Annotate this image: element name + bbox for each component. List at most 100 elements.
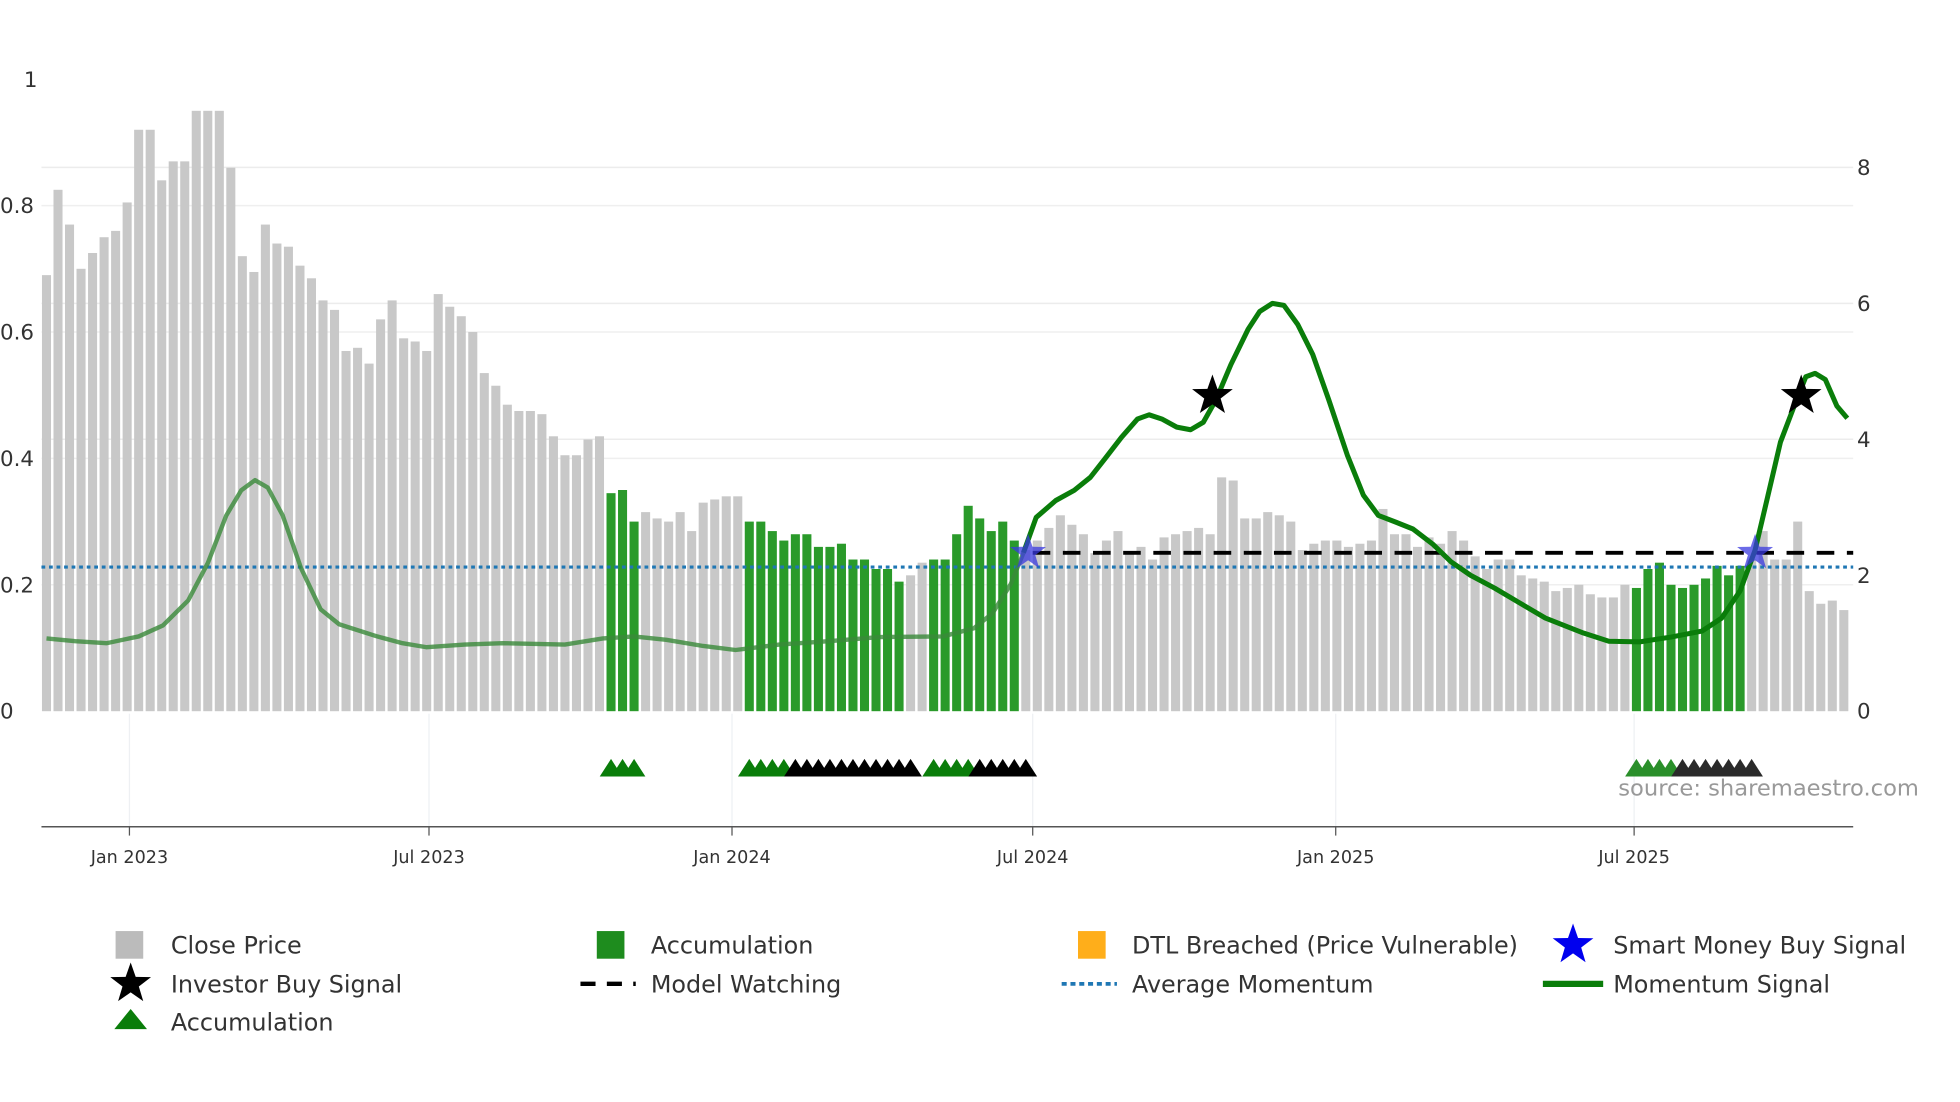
legend-label: Close Price <box>171 932 302 960</box>
accumulation-bar <box>744 521 754 712</box>
right-y-tick-label: 8 <box>1857 156 1871 181</box>
close-price-bar <box>583 439 593 712</box>
left-y-tick-label: 0.4 <box>0 447 34 472</box>
momentum-signal-line <box>1021 300 1850 645</box>
legend-label: Model Watching <box>651 971 841 999</box>
close-price-bar <box>1436 543 1446 712</box>
accumulation-bar <box>825 546 835 712</box>
legend-label: Average Momentum <box>1132 971 1374 999</box>
close-price-bar <box>1585 594 1595 712</box>
legend-label: Accumulation <box>171 1008 334 1036</box>
legend-label: Investor Buy Signal <box>171 971 402 999</box>
close-price-bar <box>571 455 581 712</box>
close-price-bar <box>249 271 259 712</box>
close-price-bar <box>99 237 109 712</box>
accumulation-bar <box>606 493 616 712</box>
accumulation-bar <box>986 531 996 712</box>
close-price-bar <box>652 518 662 712</box>
legend-square-icon <box>596 931 625 959</box>
close-price-bar <box>456 316 466 712</box>
close-price-bar <box>1539 581 1549 712</box>
left-y-tick-label: 0.2 <box>0 573 34 598</box>
x-tick-label: Jul 2024 <box>996 848 1069 868</box>
legend-square-icon <box>115 931 144 959</box>
close-price-bar <box>53 189 63 712</box>
close-price-bar <box>1528 578 1538 712</box>
close-price-bar <box>1378 508 1388 712</box>
accumulation-bar <box>952 534 962 712</box>
close-price-bar <box>1263 512 1273 712</box>
accumulation-bar <box>883 568 893 712</box>
accumulation-bar <box>859 559 870 712</box>
close-price-bar <box>733 496 743 712</box>
close-price-bar <box>687 531 697 712</box>
close-price-bar <box>237 256 247 712</box>
close-price-bar <box>145 129 155 712</box>
close-price-bar <box>514 411 524 712</box>
close-price-bar <box>1516 575 1526 712</box>
legend-triangle-icon <box>114 1008 147 1030</box>
close-price-bar <box>341 350 351 712</box>
close-price-bar <box>122 202 132 712</box>
close-price-bar <box>318 300 328 712</box>
accumulation-bar <box>894 581 904 712</box>
close-price-bar <box>168 161 178 712</box>
legend-label: DTL Breached (Price Vulnerable) <box>1132 932 1518 960</box>
close-price-bar <box>1355 543 1365 712</box>
close-price-bar <box>1574 584 1584 712</box>
accumulation-bar <box>1666 584 1676 712</box>
close-price-bar <box>1217 477 1227 712</box>
close-price-bar <box>1171 534 1181 712</box>
investor-buy-star-icon <box>1780 374 1822 414</box>
close-price-bar <box>1113 531 1123 712</box>
close-price-bar <box>1044 527 1054 712</box>
close-price-bar <box>641 512 651 712</box>
accumulation-bar <box>618 490 628 712</box>
close-price-bar <box>399 338 409 712</box>
close-price-bar <box>1389 534 1400 712</box>
source-label: source: sharemaestro.com <box>1618 775 1919 801</box>
close-price-bar <box>272 243 282 712</box>
close-price-bar <box>260 224 270 712</box>
close-price-bar <box>1228 480 1238 712</box>
left-y-tick-label: 0 <box>0 700 14 725</box>
close-price-bar <box>445 306 455 712</box>
close-price-bar <box>698 502 708 712</box>
left-y-tick-label: 1 <box>24 68 38 93</box>
accumulation-bar <box>1712 565 1722 712</box>
close-price-bar <box>664 521 674 712</box>
close-price-bar <box>1551 591 1561 712</box>
legend-star-icon <box>110 962 152 1002</box>
close-price-bar <box>1770 559 1780 712</box>
close-price-bar <box>1309 543 1319 712</box>
close-price-bar <box>1286 521 1296 712</box>
close-price-bar <box>710 499 720 712</box>
close-price-bar <box>214 110 224 712</box>
accumulation-bar <box>836 543 846 712</box>
close-price-bar <box>1055 515 1065 712</box>
legend-label: Accumulation <box>651 932 814 960</box>
close-price-bar <box>721 496 731 712</box>
close-price-bar <box>1194 527 1204 712</box>
close-price-bar <box>1804 591 1814 712</box>
close-price-bar <box>76 268 86 712</box>
left-y-tick-label: 0.8 <box>0 194 34 219</box>
close-price-bar <box>1205 534 1215 712</box>
accumulation-bar <box>1701 578 1711 712</box>
x-tick-label: Jul 2023 <box>392 848 465 868</box>
accumulation-bar <box>629 521 639 712</box>
close-price-bar <box>491 385 501 712</box>
close-price-bar <box>180 161 190 712</box>
close-price-bar <box>1274 515 1284 712</box>
right-y-tick-label: 6 <box>1857 292 1871 317</box>
close-price-bar <box>295 265 305 712</box>
close-price-bar <box>1251 518 1261 712</box>
close-price-bar <box>1747 559 1757 712</box>
close-price-bar <box>1505 559 1515 712</box>
accumulation-bar <box>998 521 1008 712</box>
accumulation-bar <box>1631 587 1641 712</box>
close-price-bar <box>1597 597 1607 712</box>
legend-star-icon <box>1552 923 1594 963</box>
close-price-bar <box>1182 531 1192 712</box>
close-price-bar <box>1297 550 1307 712</box>
